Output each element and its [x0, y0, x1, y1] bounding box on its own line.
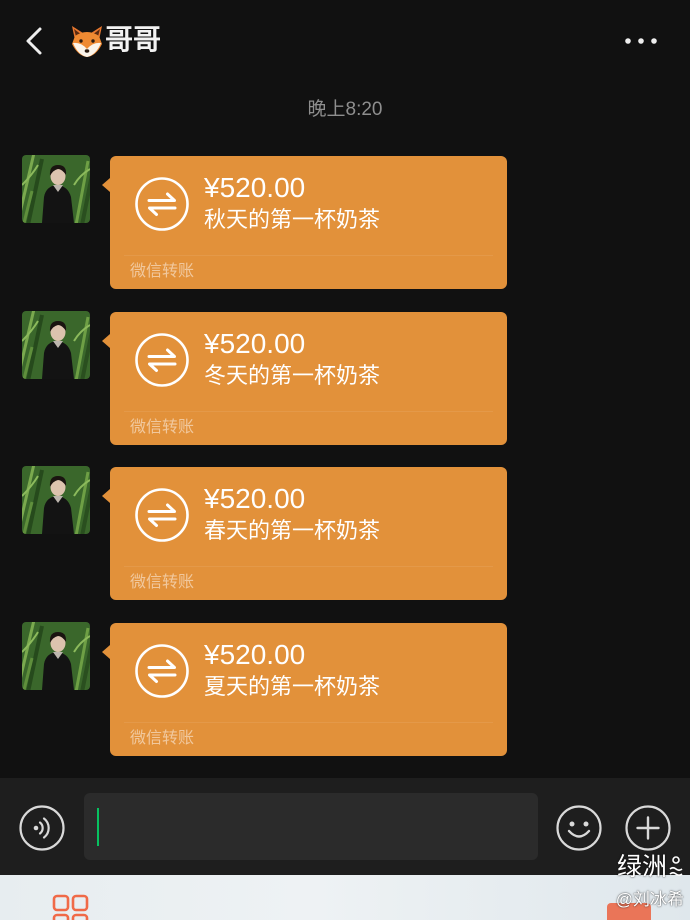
more-button[interactable]: [622, 32, 660, 50]
message-timestamp: 晚上8:20: [307, 99, 383, 120]
transfer-card[interactable]: ¥520.00 冬天的第一杯奶茶 微信转账: [102, 312, 507, 445]
message-row: ¥520.00 夏天的第一杯奶茶 微信转账: [0, 622, 690, 758]
bubble-tail: [102, 645, 110, 659]
chat-title: 哥哥: [105, 24, 162, 55]
avatar-photo: [22, 311, 90, 379]
transfer-amount: ¥520.00: [204, 483, 306, 514]
bubble-tail: [102, 334, 110, 348]
transfer-source-label: 微信转账: [130, 419, 195, 436]
transfer-source-label: 微信转账: [130, 263, 195, 280]
back-button[interactable]: [22, 24, 46, 58]
card-divider: [124, 255, 493, 256]
transfer-icon: [134, 176, 190, 232]
watermark-app-name: 绿洲: [616, 853, 667, 881]
card-divider: [124, 722, 493, 723]
avatar[interactable]: [22, 622, 90, 690]
transfer-icon: [134, 332, 190, 388]
oasis-logo-icon: [669, 856, 683, 877]
transfer-card[interactable]: ¥520.00 夏天的第一杯奶茶 微信转账: [102, 623, 507, 756]
avatar-photo: [22, 155, 90, 223]
emoji-icon: [556, 805, 602, 851]
grid-icon: [52, 894, 90, 920]
transfer-note: 冬天的第一杯奶茶: [204, 363, 381, 388]
transfer-source-label: 微信转账: [130, 574, 195, 591]
avatar[interactable]: [22, 311, 90, 379]
watermark-app: 绿洲: [617, 852, 684, 882]
transfer-amount: ¥520.00: [204, 328, 306, 359]
more-dots-icon: [625, 38, 657, 44]
transfer-source-label: 微信转账: [130, 730, 195, 747]
transfer-icon: [134, 643, 190, 699]
background-image-strip: [0, 875, 690, 920]
voice-icon: [19, 805, 65, 851]
avatar-photo: [22, 622, 90, 690]
card-divider: [124, 566, 493, 567]
message-row: ¥520.00 秋天的第一杯奶茶 微信转账: [0, 155, 690, 291]
watermark-handle: @刘冰希: [615, 890, 684, 909]
avatar[interactable]: [22, 466, 90, 534]
voice-button[interactable]: [19, 805, 65, 851]
message-row: ¥520.00 冬天的第一杯奶茶 微信转账: [0, 311, 690, 447]
transfer-icon: [134, 487, 190, 543]
transfer-amount: ¥520.00: [204, 172, 306, 203]
avatar[interactable]: [22, 155, 90, 223]
avatar-photo: [22, 466, 90, 534]
transfer-card[interactable]: ¥520.00 春天的第一杯奶茶 微信转账: [102, 467, 507, 600]
bubble-tail: [102, 178, 110, 192]
transfer-amount: ¥520.00: [204, 639, 306, 670]
transfer-note: 春天的第一杯奶茶: [204, 518, 381, 543]
transfer-note: 秋天的第一杯奶茶: [204, 207, 381, 232]
plus-button[interactable]: [625, 805, 671, 851]
message-input-overlay: [84, 793, 538, 860]
text-cursor: [97, 808, 99, 846]
plus-icon: [625, 805, 671, 851]
emoji-button[interactable]: [556, 805, 602, 851]
transfer-card[interactable]: ¥520.00 秋天的第一杯奶茶 微信转账: [102, 156, 507, 289]
fox-emoji-icon: [69, 24, 105, 58]
transfer-note: 夏天的第一杯奶茶: [204, 674, 381, 699]
card-divider: [124, 411, 493, 412]
message-row: ¥520.00 春天的第一杯奶茶 微信转账: [0, 466, 690, 602]
bubble-tail: [102, 489, 110, 503]
chevron-left-icon: [26, 27, 42, 55]
